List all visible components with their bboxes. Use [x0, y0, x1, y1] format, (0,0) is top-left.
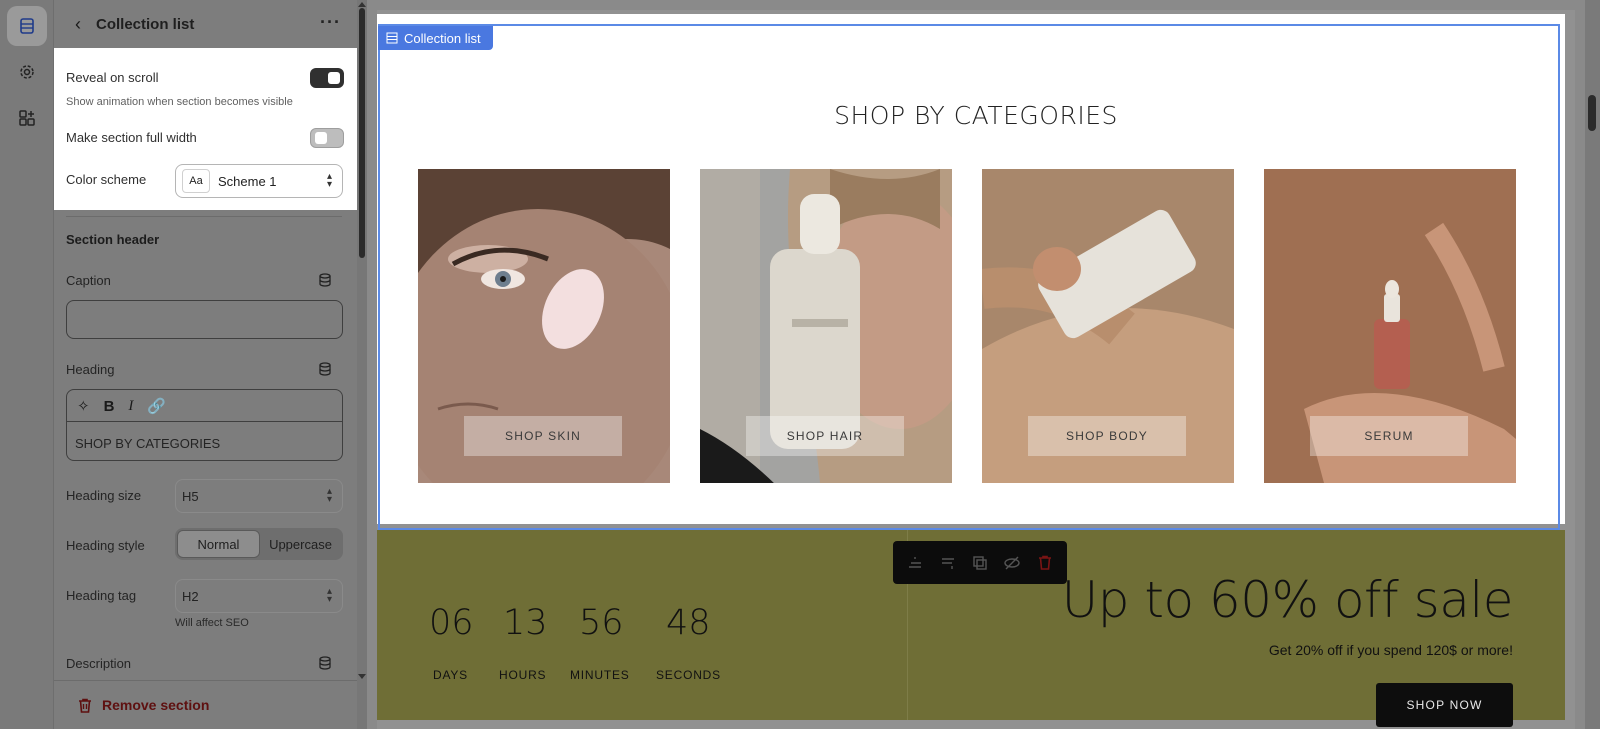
select-chevron-icon: ▴ ▾ [326, 486, 332, 505]
countdown-days-value: 06 [429, 603, 474, 643]
heading-size-value: H5 [182, 488, 199, 504]
heading-tag-hint: Will affect SEO [175, 617, 249, 629]
heading-size-label: Heading size [66, 488, 142, 503]
hide-icon[interactable] [1002, 553, 1022, 573]
select-chevron-icon: ▴ ▾ [326, 586, 332, 605]
link-icon[interactable]: 🔗 [147, 397, 166, 415]
settings-nav-button[interactable] [7, 52, 47, 92]
countdown-seconds-value: 48 [666, 603, 711, 643]
bold-icon[interactable]: B [104, 398, 115, 415]
full-width-label: Make section full width [66, 130, 197, 145]
heading-style-normal[interactable]: Normal [177, 530, 260, 558]
rich-text-toolbar: ✧ B I 🔗 [77, 397, 166, 416]
magic-wand-icon[interactable]: ✧ [77, 397, 90, 415]
gear-icon [20, 65, 34, 79]
sale-title: Up to 60% off sale [1061, 571, 1514, 629]
divider [66, 216, 342, 217]
heading-text-value[interactable]: SHOP BY CATEGORIES [75, 436, 220, 451]
move-up-icon[interactable] [905, 553, 925, 573]
section-list-icon [386, 32, 398, 44]
heading-style-segmented: Normal Uppercase [175, 528, 343, 560]
sections-nav-button[interactable] [7, 6, 47, 46]
full-width-toggle[interactable] [310, 128, 344, 148]
move-down-icon[interactable] [938, 553, 958, 573]
shop-hair-button[interactable]: SHOP HAIR [746, 416, 904, 456]
countdown-minutes-value: 56 [579, 603, 624, 643]
toolbar-divider [67, 421, 342, 422]
collection-card-serum[interactable]: SERUM [1264, 169, 1516, 483]
collection-card-hair[interactable]: SHOP HAIR [700, 169, 952, 483]
shop-now-button[interactable]: SHOP NOW [1376, 683, 1513, 727]
settings-panel: ‹ Collection list ··· Reveal on scroll S… [54, 0, 357, 729]
panel-header: ‹ Collection list ··· [54, 0, 357, 48]
collection-card-body[interactable]: SHOP BODY [982, 169, 1234, 483]
left-rail [0, 0, 54, 729]
countdown-hours-value: 13 [503, 603, 548, 643]
trash-icon [79, 698, 91, 713]
preview-scrollbar[interactable] [1585, 0, 1600, 729]
selection-tag[interactable]: Collection list [378, 26, 493, 50]
remove-section-label: Remove section [102, 697, 210, 713]
preview-canvas: SHOP BY CATEGORIES SHOP SKIN SHOP HAIR S… [367, 0, 1585, 729]
heading-size-select[interactable]: H5 ▴ ▾ [175, 479, 343, 513]
heading-tag-label: Heading tag [66, 588, 137, 603]
heading-style-uppercase[interactable]: Uppercase [260, 530, 341, 558]
panel-scrollbar[interactable] [357, 0, 367, 729]
countdown-minutes-label: MINUTES [570, 668, 630, 682]
color-scheme-select[interactable]: Aa Scheme 1 ▴ ▾ [175, 164, 343, 198]
reveal-on-scroll-description: Show animation when section becomes visi… [66, 96, 293, 108]
back-arrow-icon[interactable]: ‹ [68, 14, 88, 34]
heading-tag-select[interactable]: H2 ▴ ▾ [175, 579, 343, 613]
app: ‹ Collection list ··· Reveal on scroll S… [0, 0, 1600, 729]
heading-style-label: Heading style [66, 538, 145, 553]
description-label: Description [66, 656, 132, 671]
scroll-down-arrow[interactable] [358, 674, 366, 679]
panel-title: Collection list [96, 15, 195, 33]
more-options-icon[interactable]: ··· [320, 12, 341, 33]
countdown-days-label: DAYS [433, 668, 468, 682]
caption-input[interactable] [66, 300, 343, 339]
apps-icon [19, 110, 35, 126]
collection-card-skin[interactable]: SHOP SKIN [418, 169, 670, 483]
sale-subtitle: Get 20% off if you spend 120$ or more! [1268, 642, 1513, 658]
dynamic-source-icon[interactable] [318, 273, 332, 287]
collection-heading: SHOP BY CATEGORIES [834, 101, 1118, 130]
color-scheme-value: Scheme 1 [218, 173, 277, 189]
shop-skin-button[interactable]: SHOP SKIN [464, 416, 622, 456]
highlighted-settings: Reveal on scroll Show animation when sec… [54, 48, 357, 210]
scroll-up-arrow[interactable] [358, 2, 366, 7]
countdown-hours-label: HOURS [499, 668, 547, 682]
selection-tag-label: Collection list [404, 30, 481, 46]
delete-icon[interactable] [1035, 553, 1055, 573]
serum-button[interactable]: SERUM [1310, 416, 1468, 456]
remove-section-button[interactable]: Remove section [54, 680, 357, 729]
reveal-on-scroll-toggle[interactable] [310, 68, 344, 88]
shop-body-button[interactable]: SHOP BODY [1028, 416, 1186, 456]
dynamic-source-icon[interactable] [318, 656, 332, 670]
color-scheme-swatch-icon: Aa [182, 169, 210, 193]
panel-scrollbar-thumb[interactable] [359, 8, 365, 258]
countdown-seconds-label: SECONDS [656, 668, 721, 682]
sections-icon [20, 18, 34, 34]
caption-label: Caption [66, 273, 111, 288]
duplicate-icon[interactable] [970, 553, 990, 573]
italic-icon[interactable]: I [128, 398, 133, 415]
heading-tag-value: H2 [182, 588, 199, 604]
section-header-title: Section header [66, 232, 160, 247]
collection-list-section[interactable]: SHOP BY CATEGORIES SHOP SKIN SHOP HAIR S… [377, 14, 1565, 524]
apps-nav-button[interactable] [7, 98, 47, 138]
select-chevron-icon: ▴ ▾ [326, 171, 332, 190]
dynamic-source-icon[interactable] [318, 362, 332, 376]
reveal-on-scroll-label: Reveal on scroll [66, 70, 159, 85]
preview-scrollbar-thumb[interactable] [1588, 95, 1596, 131]
heading-label: Heading [66, 362, 115, 377]
color-scheme-label: Color scheme [66, 172, 147, 187]
section-action-toolbar [893, 541, 1067, 584]
